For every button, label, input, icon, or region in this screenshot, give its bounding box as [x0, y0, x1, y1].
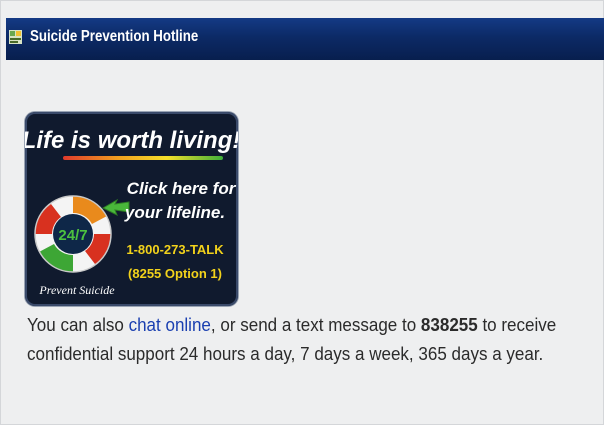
message-middle: , or send a text message to — [210, 314, 421, 335]
ring-label: 24/7 — [58, 227, 87, 244]
banner-phone-option: (8255 Option 1) — [128, 266, 222, 281]
banner-headline: Life is worth living! — [25, 127, 238, 154]
message-line-1: You can also chat online, or send a text… — [27, 310, 556, 339]
text-number: 838255 — [420, 314, 478, 335]
message-end: to receive — [477, 314, 557, 335]
banner-cta-line2: your lifeline. — [124, 203, 225, 222]
banner-cta-line1: Click here for — [127, 179, 237, 198]
page-icon — [9, 30, 22, 44]
lifeline-banner-graphic: Life is worth living! 24/7 Click here fo… — [25, 127, 238, 297]
message-line-2: confidential support 24 hours a day, 7 d… — [27, 343, 544, 364]
lifeline-banner-link[interactable]: Life is worth living! 24/7 Click here fo… — [25, 112, 238, 306]
page-title: Suicide Prevention Hotline — [30, 28, 199, 45]
chat-online-link[interactable]: chat online — [129, 314, 211, 335]
banner-footer: Prevent Suicide — [38, 283, 115, 297]
section-header: Suicide Prevention Hotline — [6, 18, 604, 60]
content-panel: Suicide Prevention Hotline Life is worth… — [0, 0, 604, 425]
message-text: You can also chat online, or send a text… — [27, 310, 556, 368]
message-intro: You can also — [27, 314, 129, 335]
banner-phone: 1-800-273-TALK — [126, 242, 224, 257]
rainbow-underline — [63, 156, 223, 160]
